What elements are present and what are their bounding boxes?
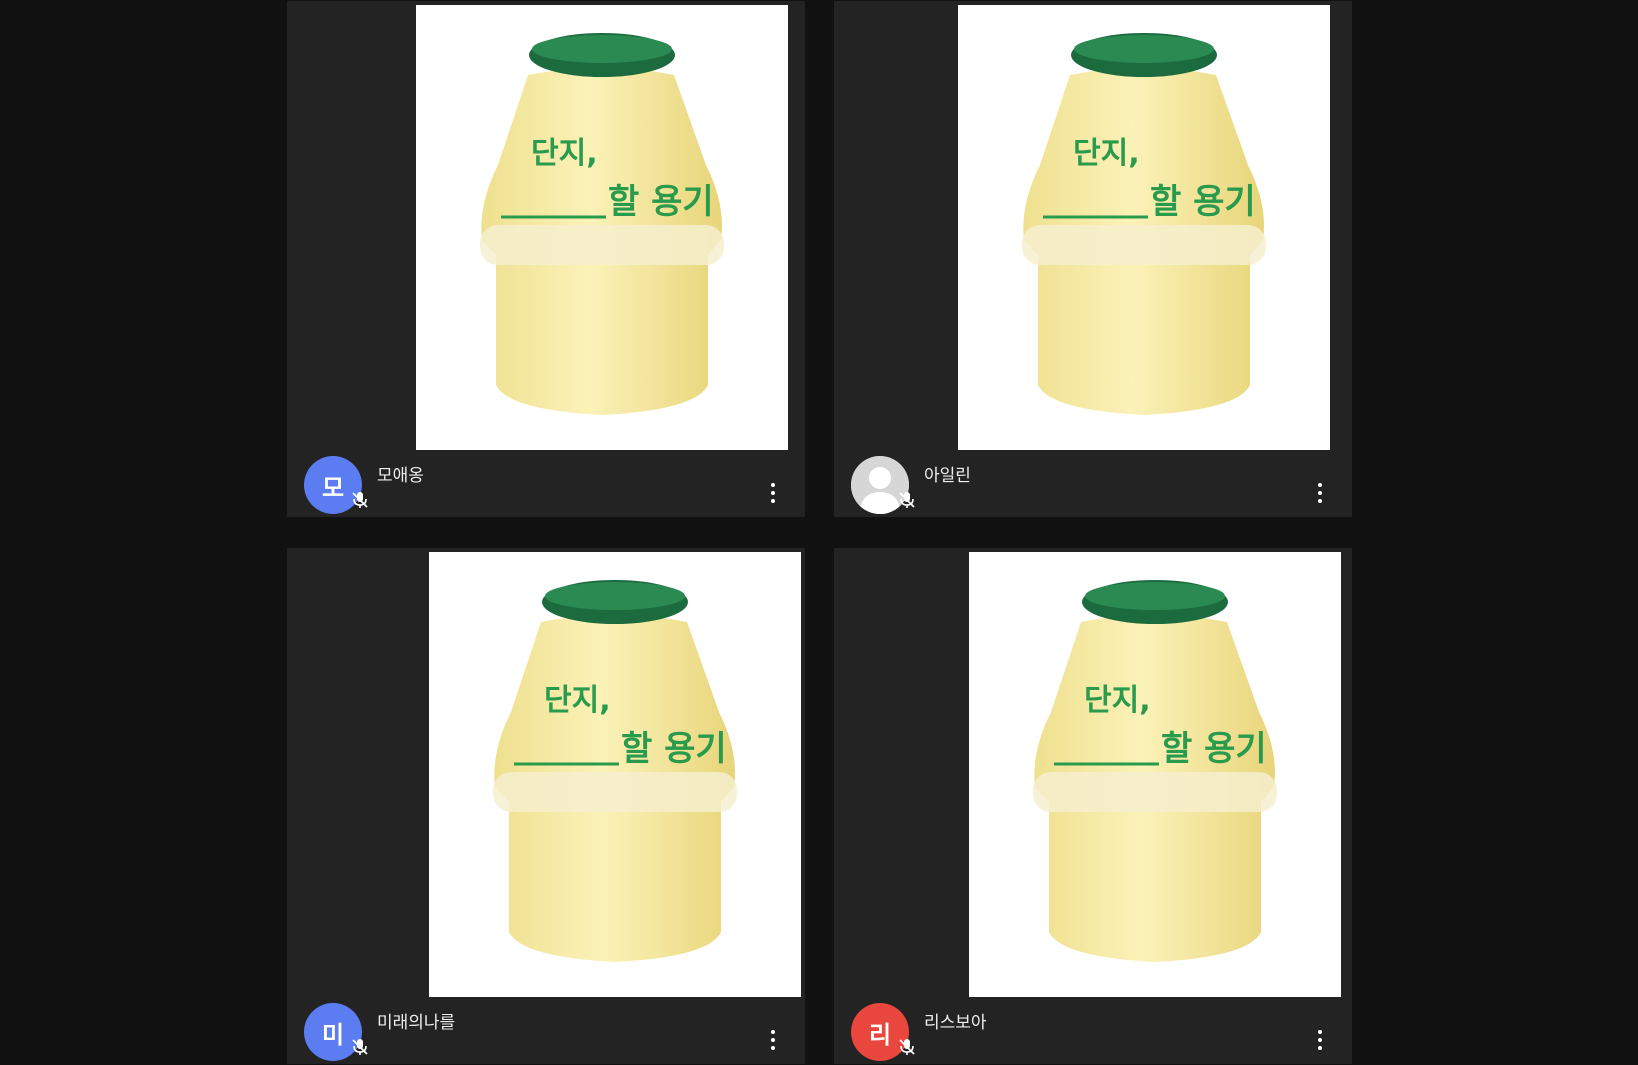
participant-tile[interactable]: 단지, 할 용기 리 리스보아 [834,548,1352,1064]
bottle-text-top: 단지, [1084,683,1151,718]
shared-image: 단지, 할 용기 [969,552,1341,997]
avatar-initial: 미 [321,1020,345,1049]
microphone-off-icon [899,1039,915,1055]
bottle-text-top: 단지, [1073,136,1140,171]
participant-tile[interactable]: 단지, 할 용기 아일린 [834,1,1352,517]
shared-image: 단지, 할 용기 [416,5,788,450]
participant-footer: 리 리스보아 [834,994,1352,1064]
bottle-text-bottom: 할 용기 [608,182,714,222]
microphone-off-icon [352,492,368,508]
bottle-text-bottom: 할 용기 [1150,182,1256,222]
banana-milk-bottle-image: 단지, 할 용기 [493,580,737,962]
participant-footer: 미 미래의나를 [287,994,805,1064]
microphone-off-icon [352,1039,368,1055]
avatar-initial: 리 [868,1020,892,1049]
participant-tile[interactable]: 단지, 할 용기 모 모애옹 [287,1,805,517]
shared-image: 단지, 할 용기 [429,552,801,997]
microphone-off-icon [899,492,915,508]
bottle-text-top: 단지, [531,136,598,171]
banana-milk-bottle-image: 단지, 할 용기 [480,33,724,415]
participant-tile[interactable]: 단지, 할 용기 미 미래의나를 [287,548,805,1064]
bottle-text-bottom: 할 용기 [621,729,727,769]
avatar-initial: 모 [321,473,345,502]
shared-image: 단지, 할 용기 [958,5,1330,450]
more-vert-icon[interactable] [765,481,781,505]
more-vert-icon[interactable] [1312,481,1328,505]
banana-milk-bottle-image: 단지, 할 용기 [1022,33,1266,415]
participant-name: 아일린 [924,466,971,486]
participant-footer: 모 모애옹 [287,447,805,517]
bottle-text-top: 단지, [544,683,611,718]
more-vert-icon[interactable] [1312,1028,1328,1052]
bottle-text-bottom: 할 용기 [1161,729,1267,769]
banana-milk-bottle-image: 단지, 할 용기 [1033,580,1277,962]
participant-footer: 아일린 [834,447,1352,517]
participant-name: 모애옹 [377,466,424,486]
participant-name: 미래의나를 [377,1013,456,1033]
more-vert-icon[interactable] [765,1028,781,1052]
participant-name: 리스보아 [924,1013,987,1033]
